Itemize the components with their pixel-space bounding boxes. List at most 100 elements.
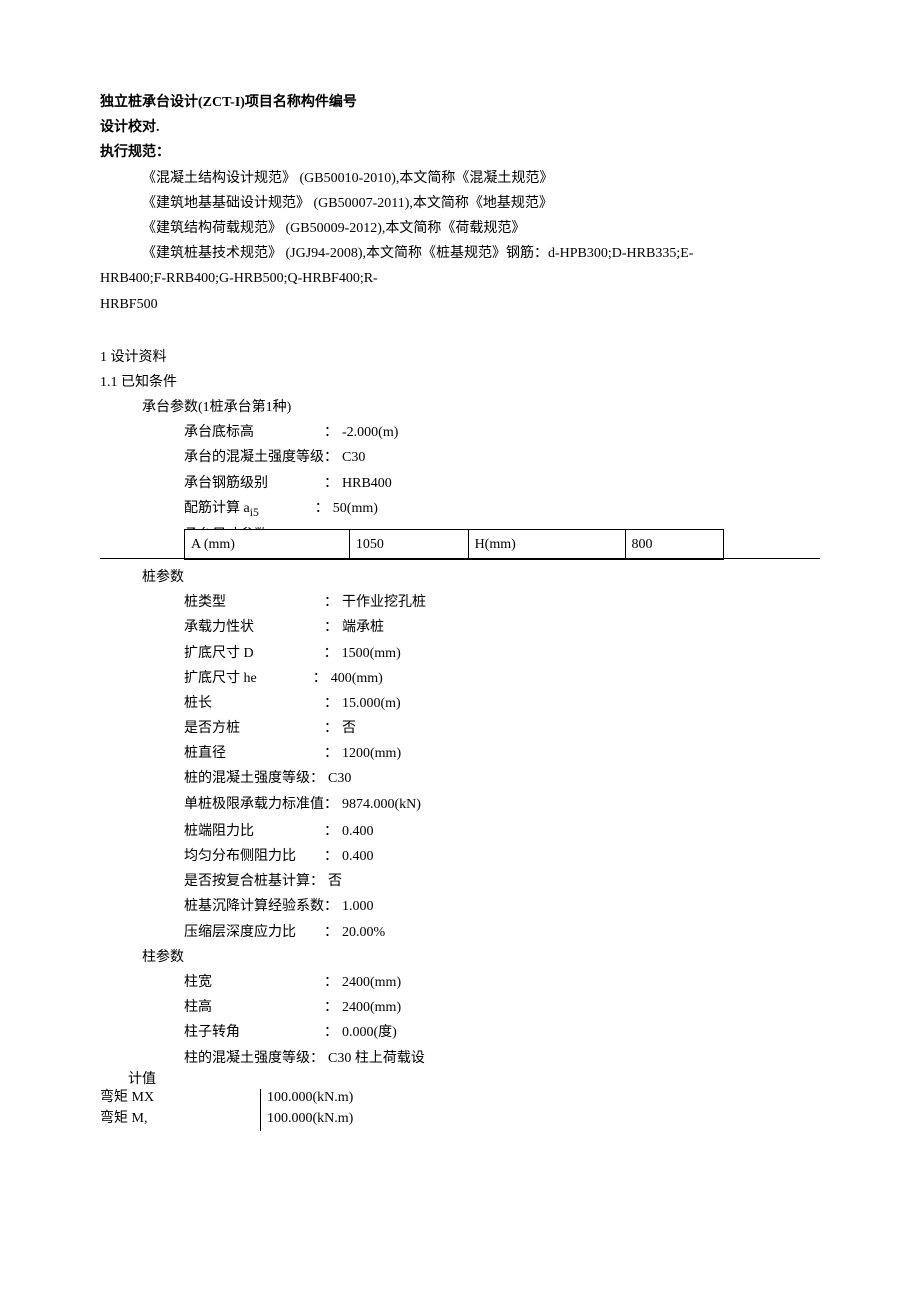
spec-heading: 执行规范： xyxy=(100,140,820,165)
param-label: 是否方桩 xyxy=(184,716,324,741)
param-colon: ： xyxy=(324,1020,338,1045)
param-label: 柱高 xyxy=(184,995,324,1020)
param-value: 0.400 xyxy=(338,819,374,844)
dim-cell: A (mm) xyxy=(185,529,350,559)
param-label: 桩基沉降计算经验系数 xyxy=(184,894,324,919)
param-value: 400(mm) xyxy=(327,666,383,691)
pile-param-row: 压缩层深度应力比 ： 20.00% xyxy=(100,920,820,945)
rebar-spec-line3: HRBF500 xyxy=(100,292,820,317)
column-params-title: 柱参数 xyxy=(100,945,820,970)
check-line: 设计校对. xyxy=(100,115,820,140)
param-label: 弯矩 MX xyxy=(100,1089,260,1110)
spec-item: 《建筑地基基础设计规范》 (GB50007-2011),本文简称《地基规范》 xyxy=(100,191,820,216)
rebar-spec-line2: HRB400;F-RRB400;G-HRB500;Q-HRBF400;R- xyxy=(100,266,820,291)
param-colon: ： xyxy=(324,819,338,844)
spec-item: 《建筑结构荷载规范》 (GB50009-2012),本文简称《荷载规范》 xyxy=(100,216,820,241)
pile-param-row: 扩底尺寸 D ： 1500(mm) xyxy=(100,641,820,666)
param-value: 干作业挖孔桩 xyxy=(338,590,426,615)
param-value: HRB400 xyxy=(338,471,392,496)
param-value: 100.000(kN.m) xyxy=(267,1089,353,1110)
param-colon: ： xyxy=(324,590,338,615)
param-label: 桩长 xyxy=(184,691,324,716)
pile-param-row: 扩底尺寸 he ： 400(mm) xyxy=(100,666,820,691)
param-label: 弯矩 M, xyxy=(100,1110,260,1131)
title: 独立桩承台设计(ZCT-I)项目名称构件编号 xyxy=(100,90,820,115)
pile-param-row: 是否按复合桩基计算 ： 否 xyxy=(100,869,820,894)
param-colon: ： xyxy=(310,1046,324,1071)
param-label: 桩的混凝土强度等级 xyxy=(184,766,310,791)
param-colon: ： xyxy=(313,666,327,691)
param-value: 端承桩 xyxy=(338,615,384,640)
param-colon: ： xyxy=(324,920,338,945)
col-param-row: 柱子转角 ： 0.000(度) xyxy=(100,1020,820,1045)
cap-param-row: 承台的混凝土强度等级 ： C30 xyxy=(100,445,820,470)
pile-param-row: 承载力性状 ： 端承桩 xyxy=(100,615,820,640)
param-colon: ： xyxy=(324,995,338,1020)
param-colon: ： xyxy=(324,792,338,817)
pile-param-row: 均匀分布侧阻力比 ： 0.400 xyxy=(100,844,820,869)
dim-cell: H(mm) xyxy=(468,529,625,559)
section-1-title: 1 设计资料 xyxy=(100,345,820,370)
param-value: -2.000(m) xyxy=(338,420,398,445)
param-value: 1.000 xyxy=(338,894,374,919)
divider xyxy=(260,1110,261,1131)
param-value: 2400(mm) xyxy=(338,995,401,1020)
pile-params-title: 桩参数 xyxy=(100,565,820,590)
param-value: 否 xyxy=(324,869,342,894)
param-value: 15.000(m) xyxy=(338,691,401,716)
param-colon: ： xyxy=(315,496,329,523)
dim-cell: 800 xyxy=(625,529,723,559)
divider xyxy=(100,558,820,559)
design-row: 弯矩 M, 100.000(kN.m) xyxy=(100,1110,820,1131)
param-value: 50(mm) xyxy=(329,496,378,523)
param-value: C30 xyxy=(324,766,351,791)
param-value: 9874.000(kN) xyxy=(338,792,421,817)
param-label: 柱宽 xyxy=(184,970,324,995)
param-value: 100.000(kN.m) xyxy=(267,1110,353,1131)
param-value: C30 xyxy=(338,445,365,470)
param-colon: ： xyxy=(310,766,324,791)
spec-item: 《混凝土结构设计规范》 (GB50010-2010),本文简称《混凝土规范》 xyxy=(100,166,820,191)
param-value: 0.400 xyxy=(338,844,374,869)
param-label: 承台的混凝土强度等级 xyxy=(184,445,324,470)
pile-param-row: 桩长 ： 15.000(m) xyxy=(100,691,820,716)
param-colon: ： xyxy=(324,716,338,741)
pile-param-row: 桩的混凝土强度等级 ： C30 xyxy=(100,766,820,791)
param-value: 1200(mm) xyxy=(338,741,401,766)
param-colon: ： xyxy=(324,615,338,640)
section-1-1-title: 1.1 已知条件 xyxy=(100,370,820,395)
param-label: 配筋计算 ai5 xyxy=(184,496,315,523)
param-value: C30 柱上荷载设 xyxy=(324,1046,425,1071)
rebar-spec-line1: 《建筑桩基技术规范》 (JGJ94-2008),本文简称《桩基规范》钢筋：d-H… xyxy=(100,241,820,266)
param-colon: ： xyxy=(324,894,338,919)
pile-param-row: 桩端阻力比 ： 0.400 xyxy=(100,819,820,844)
cap-param-row: 配筋计算 ai5 ： 50(mm) xyxy=(100,496,820,523)
pile-param-row: 桩基沉降计算经验系数 ： 1.000 xyxy=(100,894,820,919)
param-colon: ： xyxy=(324,970,338,995)
param-value: 2400(mm) xyxy=(338,970,401,995)
param-label: 柱子转角 xyxy=(184,1020,324,1045)
param-label: 扩底尺寸 D xyxy=(184,641,324,666)
dim-cell: 1050 xyxy=(349,529,468,559)
pile-param-row: 是否方桩 ： 否 xyxy=(100,716,820,741)
cap-params-title: 承台参数(1桩承台第1种) xyxy=(100,395,820,420)
pile-param-row: 单桩极限承载力标准值 ： 9874.000(kN) xyxy=(100,792,820,817)
table-row: A (mm) 1050 H(mm) 800 xyxy=(185,529,724,559)
param-label: 桩类型 xyxy=(184,590,324,615)
param-label: 柱的混凝土强度等级 xyxy=(184,1046,310,1071)
param-label: 压缩层深度应力比 xyxy=(184,920,324,945)
param-colon: ： xyxy=(324,471,338,496)
col-param-row: 柱高 ： 2400(mm) xyxy=(100,995,820,1020)
design-row: 弯矩 MX 100.000(kN.m) xyxy=(100,1089,820,1110)
dim-table: A (mm) 1050 H(mm) 800 xyxy=(184,529,724,560)
param-colon: ： xyxy=(324,691,338,716)
param-label: 承载力性状 xyxy=(184,615,324,640)
param-colon: ： xyxy=(324,445,338,470)
param-colon: ： xyxy=(324,844,338,869)
param-label: 桩端阻力比 xyxy=(184,819,324,844)
param-label: 扩底尺寸 he xyxy=(184,666,313,691)
col-param-row: 柱宽 ： 2400(mm) xyxy=(100,970,820,995)
param-colon: ： xyxy=(324,641,338,666)
param-value: 20.00% xyxy=(338,920,385,945)
param-colon: ： xyxy=(324,420,338,445)
